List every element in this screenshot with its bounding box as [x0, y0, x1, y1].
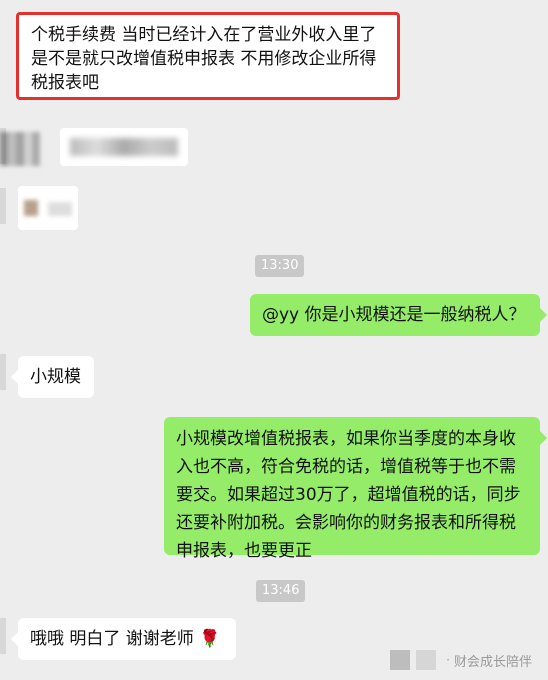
message-text: 哦哦 明白了 谢谢老师 — [30, 629, 194, 649]
incoming-message[interactable]: 小规模 — [11, 356, 94, 398]
chat-area: 个税手续费 当时已经计入在了营业外收入里了 是不是就只改增值税申报表 不用修改企… — [0, 0, 548, 680]
highlighted-message-text: 个税手续费 当时已经计入在了营业外收入里了 是不是就只改增值税申报表 不用修改企… — [31, 25, 377, 93]
outgoing-message[interactable]: @yy 你是小规模还是一般纳税人？ — [250, 294, 547, 336]
timestamp: 13:30 — [255, 255, 305, 277]
watermark: · 财会成长陪伴 — [390, 650, 532, 670]
avatar-partial[interactable] — [0, 618, 6, 654]
message-text: @yy 你是小规模还是一般纳税人？ — [262, 305, 526, 325]
avatar-partial[interactable] — [0, 354, 6, 390]
blurred-sticker[interactable] — [18, 186, 78, 230]
blurred-logo — [390, 650, 411, 670]
watermark-brand: 财会成长陪伴 — [453, 654, 532, 670]
separator-dot: · — [446, 653, 450, 667]
rose-icon: 🌹 — [199, 629, 221, 649]
highlighted-message[interactable]: 个税手续费 当时已经计入在了营业外收入里了 是不是就只改增值税申报表 不用修改企… — [16, 12, 400, 100]
timestamp: 13:46 — [256, 580, 306, 602]
message-text: 小规模 — [30, 367, 81, 387]
avatar-partial[interactable] — [0, 188, 6, 224]
blurred-logo — [416, 650, 437, 670]
blurred-message-bubble — [60, 128, 188, 166]
outgoing-message[interactable]: 小规模改增值税报表，如果你当季度的本身收入也不高，符合免税的话，增值税等于也不需… — [164, 417, 547, 561]
blurred-name-block — [0, 132, 40, 166]
message-text: 小规模改增值税报表，如果你当季度的本身收入也不高，符合免税的话，增值税等于也不需… — [176, 429, 521, 561]
incoming-message[interactable]: 哦哦 明白了 谢谢老师 🌹 — [11, 618, 236, 660]
